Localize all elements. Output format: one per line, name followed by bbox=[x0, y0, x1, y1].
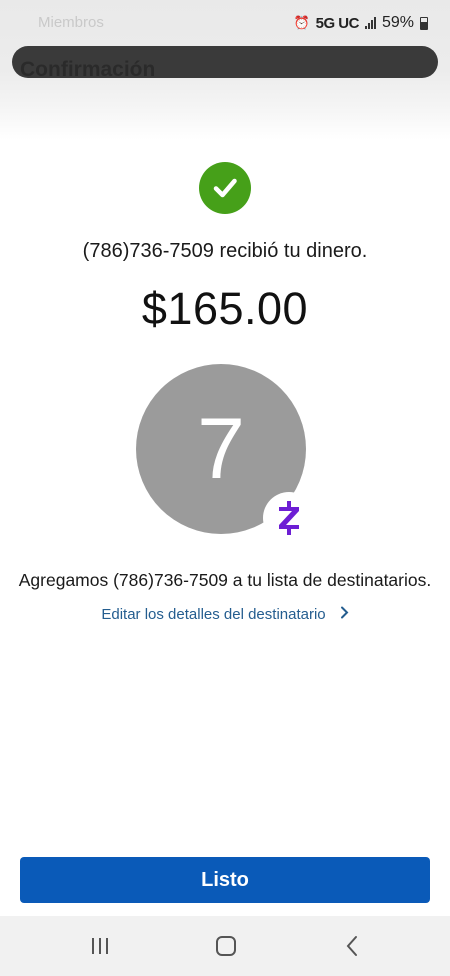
recent-apps-icon[interactable] bbox=[80, 930, 120, 962]
back-icon[interactable] bbox=[332, 930, 372, 962]
battery-icon bbox=[420, 16, 428, 30]
chevron-right-icon bbox=[340, 606, 349, 623]
alarm-icon: ⏰ bbox=[293, 15, 310, 30]
edit-recipient-link[interactable]: Editar los detalles del destinatario bbox=[0, 606, 450, 623]
system-nav-bar bbox=[0, 916, 450, 976]
zelle-logo-icon bbox=[279, 501, 299, 535]
signal-icon bbox=[364, 17, 376, 29]
screen: Miembros ⏰ 5G UC 59% Confirmación (786)7… bbox=[0, 0, 450, 976]
amount-sent: $165.00 bbox=[141, 283, 309, 334]
added-recipient-message: Agregamos (786)736-7509 a tu lista de de… bbox=[18, 570, 432, 590]
top-area: Miembros ⏰ 5G UC 59% Confirmación bbox=[0, 0, 450, 140]
success-check-icon bbox=[199, 162, 251, 214]
received-message: (786)736-7509 recibió tu dinero. bbox=[82, 240, 368, 262]
page-title: Confirmación bbox=[20, 58, 156, 81]
home-icon[interactable] bbox=[206, 930, 246, 962]
edit-recipient-label: Editar los detalles del destinatario bbox=[101, 606, 326, 623]
done-button[interactable]: Listo bbox=[20, 857, 430, 903]
status-bar: ⏰ 5G UC 59% bbox=[0, 0, 450, 46]
battery-percent: 59% bbox=[381, 14, 414, 31]
network-label: 5G UC bbox=[315, 14, 360, 32]
zelle-badge bbox=[263, 492, 315, 544]
avatar-initial: 7 bbox=[197, 400, 245, 497]
